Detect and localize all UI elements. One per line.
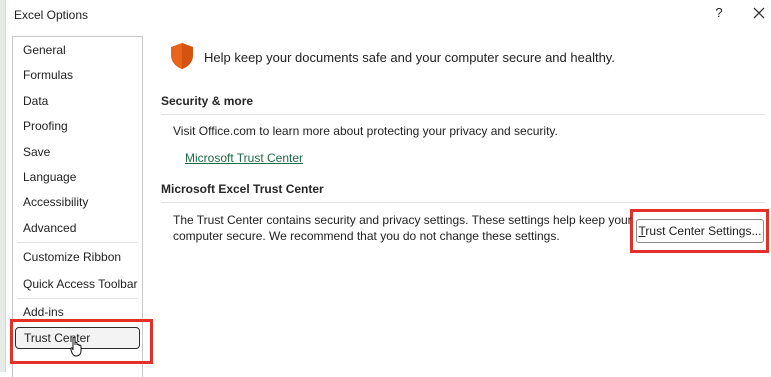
background-window-edge [0, 0, 6, 372]
section-title-security-more: Security & more [161, 94, 254, 108]
help-button[interactable]: ? [711, 5, 727, 23]
nav-item-customize-ribbon[interactable]: Customize Ribbon [13, 245, 142, 269]
trust-center-description-line1: The Trust Center contains security and p… [173, 213, 632, 227]
security-more-description: Visit Office.com to learn more about pro… [173, 124, 558, 138]
nav-item-data[interactable]: Data [13, 89, 142, 113]
nav-item-advanced[interactable]: Advanced [13, 216, 142, 240]
hero-text: Help keep your documents safe and your c… [204, 50, 615, 65]
pointer-cursor-icon [70, 337, 82, 357]
nav-divider [17, 242, 138, 243]
dialog-title: Excel Options [14, 8, 89, 22]
nav-item-general[interactable]: General [13, 38, 142, 62]
nav-item-add-ins[interactable]: Add-ins [13, 300, 142, 324]
nav-item-save[interactable]: Save [13, 140, 142, 164]
nav-item-proofing[interactable]: Proofing [13, 114, 142, 138]
trust-center-description-line2: computer secure. We recommend that you d… [173, 229, 560, 243]
shield-icon [171, 43, 193, 69]
nav-item-accessibility[interactable]: Accessibility [13, 190, 142, 214]
section-divider [161, 114, 765, 115]
nav-item-language[interactable]: Language [13, 165, 142, 189]
section-title-excel-trust-center: Microsoft Excel Trust Center [161, 182, 324, 196]
nav-divider [17, 298, 138, 299]
trust-center-settings-button[interactable]: Trust Center Settings... [636, 219, 764, 243]
nav-item-quick-access-toolbar[interactable]: Quick Access Toolbar [13, 272, 142, 296]
section-divider [161, 202, 765, 203]
microsoft-trust-center-link[interactable]: Microsoft Trust Center [185, 151, 303, 165]
excel-options-dialog: Excel Options ? General Formulas Data Pr… [0, 0, 771, 377]
close-button[interactable] [749, 3, 769, 23]
close-icon [753, 7, 765, 19]
nav-item-formulas[interactable]: Formulas [13, 63, 142, 87]
trust-center-settings-label: rust Center Settings... [645, 224, 762, 238]
options-nav: General Formulas Data Proofing Save Lang… [12, 36, 143, 377]
